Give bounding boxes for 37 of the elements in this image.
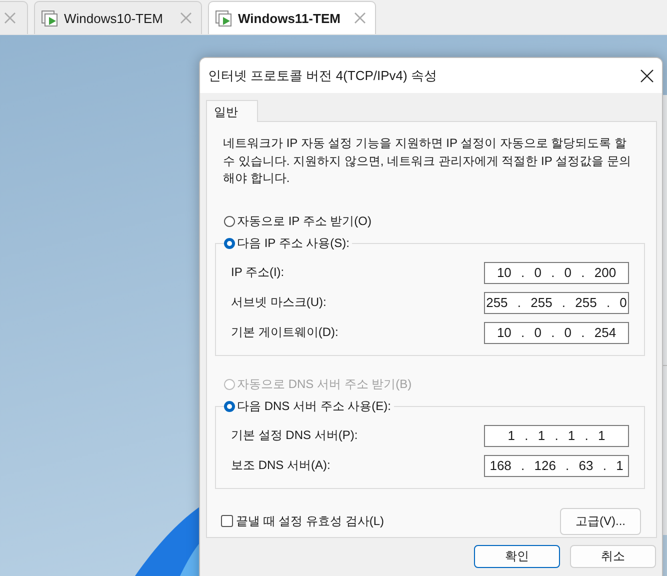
ok-button[interactable]: 확인 (474, 545, 560, 568)
radio-button[interactable] (224, 238, 235, 249)
window-title: 인터넷 프로토콜 버전 4(TCP/IPv4) 속성 (208, 66, 437, 84)
ip-address-field[interactable]: 1 . 1 . 1 . 1 (484, 424, 629, 446)
close-icon (353, 11, 367, 25)
field-label: 기본 설정 DNS 서버(P): (231, 427, 358, 444)
advanced-button[interactable]: 고급(V)... (560, 508, 641, 534)
ip-address-field[interactable]: 255 . 255 . 255 . 0 (484, 292, 629, 314)
radio-label: 다음 IP 주소 사용(S): (237, 235, 350, 252)
radio-button[interactable] (224, 216, 235, 227)
radio-label: 자동으로 IP 주소 받기(O) (237, 213, 372, 230)
ip-address-field[interactable]: 10 . 0 . 0 . 200 (484, 262, 629, 284)
close-icon (640, 68, 654, 82)
radio-label: 자동으로 DNS 서버 주소 받기(B) (237, 376, 412, 393)
close-icon (3, 11, 17, 25)
description-text: 네트워크가 IP 자동 설정 기능을 지원하면 IP 설정이 자동으로 할당되도록 할 수 있습니다. 지원하지 않으면, 네트워크 관리자에게 적절한 IP 설정값을 문의해야 합니다. (223, 135, 632, 187)
cancel-button[interactable]: 취소 (570, 545, 656, 568)
field-label: 보조 DNS 서버(A): (231, 457, 330, 474)
radio-option[interactable]: 다음 IP 주소 사용(S): (224, 234, 350, 254)
tab-label: Windows10-TEM (64, 10, 164, 26)
vm-play-icon (215, 10, 232, 26)
radio-option[interactable]: 자동으로 IP 주소 받기(O) (224, 212, 645, 232)
dialog-tab[interactable]: 일반 (206, 100, 258, 122)
vm-play-icon (41, 10, 58, 26)
field-label: 서브넷 마스크(U): (231, 294, 326, 311)
vm-tab[interactable]: Windows10-TEM (34, 1, 202, 34)
checkbox[interactable] (221, 515, 233, 527)
vm-tab[interactable]: Windows11-TEM (208, 1, 376, 34)
radio-label: 다음 DNS 서버 주소 사용(E): (237, 398, 392, 415)
radio-button[interactable] (224, 401, 235, 412)
ip-address-field[interactable]: 10 . 0 . 0 . 254 (484, 322, 629, 344)
ip-address-field[interactable]: 168 . 126 . 63 . 1 (484, 454, 629, 476)
tab-label: Windows11-TEM (238, 10, 342, 26)
close-icon (179, 11, 193, 25)
radio-option[interactable]: 다음 DNS 서버 주소 사용(E): (224, 396, 392, 416)
field-label: 기본 게이트웨이(D): (231, 324, 338, 341)
field-label: IP 주소(I): (231, 264, 284, 281)
